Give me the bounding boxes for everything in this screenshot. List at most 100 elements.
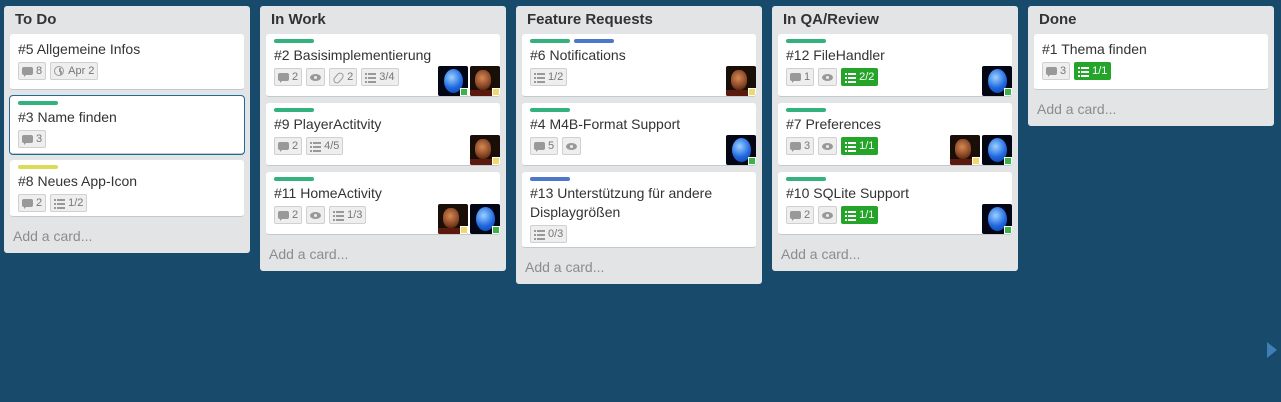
comments-badge: 2 [274, 206, 303, 224]
status-dot [460, 226, 468, 234]
label-green [18, 101, 58, 105]
comments-badge: 1 [786, 68, 815, 86]
checklist-icon [1078, 65, 1090, 77]
card-labels [274, 108, 492, 112]
watch-badge [306, 206, 326, 224]
add-card-link[interactable]: Add a card... [10, 223, 244, 247]
comment-icon [790, 72, 801, 83]
list-feature-requests: Feature Requests #6 Notifications 1/2 #4… [516, 6, 762, 284]
card[interactable]: #8 Neues App-Icon 2 1/2 [10, 160, 244, 217]
card[interactable]: #5 Allgemeine Infos 8 Apr 2 [10, 34, 244, 90]
comment-icon [22, 66, 33, 77]
badge-text: 3 [36, 133, 43, 145]
badge-text: 0/3 [548, 228, 564, 240]
card-title: #10 SQLite Support [786, 185, 909, 201]
list-in-qa-review: In QA/Review #12 FileHandler 1 2/2 #7 Pr… [772, 6, 1018, 271]
card-title: #11 HomeActivity [274, 185, 382, 201]
status-dot [492, 88, 500, 96]
add-card-link[interactable]: Add a card... [522, 254, 756, 278]
comments-badge: 3 [786, 137, 815, 155]
label-green [274, 39, 314, 43]
comment-icon [790, 141, 801, 152]
card[interactable]: #2 Basisimplementierung 2 2 3/4 [266, 34, 500, 97]
card-labels [274, 39, 492, 43]
card[interactable]: #11 HomeActivity 2 1/3 [266, 172, 500, 235]
checklist-badge: 1/3 [329, 206, 367, 224]
list-title[interactable]: Feature Requests [522, 6, 756, 34]
comments-badge: 8 [18, 62, 47, 80]
card-title: #3 Name finden [18, 109, 117, 125]
card-title: #9 PlayerActitvity [274, 116, 382, 132]
card[interactable]: #6 Notifications 1/2 [522, 34, 756, 97]
checklist-icon [54, 197, 66, 209]
list-done: Done #1 Thema finden 3 1/1 Add a card... [1028, 6, 1274, 126]
list-in-work: In Work #2 Basisimplementierung 2 2 3/4 … [260, 6, 506, 271]
scroll-right-arrow-icon[interactable] [1267, 342, 1277, 358]
member-avatar[interactable] [982, 204, 1012, 234]
member-avatar[interactable] [470, 204, 500, 234]
member-avatar[interactable] [950, 135, 980, 165]
card-labels [786, 177, 1004, 181]
member-avatar[interactable] [438, 204, 468, 234]
card-title: #2 Basisimplementierung [274, 47, 432, 63]
status-dot [492, 226, 500, 234]
card[interactable]: #13 Unterstützung für andere Displaygröß… [522, 172, 756, 248]
card-members [726, 66, 756, 96]
card[interactable]: #4 M4B-Format Support 5 [522, 103, 756, 166]
badge-text: 1/1 [859, 140, 875, 152]
member-avatar[interactable] [470, 135, 500, 165]
badge-text: 1/2 [68, 197, 84, 209]
list-title[interactable]: In QA/Review [778, 6, 1012, 34]
comments-badge: 5 [530, 137, 559, 155]
member-avatar[interactable] [726, 66, 756, 96]
card[interactable]: #1 Thema finden 3 1/1 [1034, 34, 1268, 90]
label-blue [574, 39, 614, 43]
comment-icon [278, 72, 289, 83]
checklist-complete-badge: 1/1 [841, 206, 879, 224]
card-title: #12 FileHandler [786, 47, 885, 63]
eye-icon [310, 72, 322, 83]
card-members [438, 66, 500, 96]
label-green [786, 108, 826, 112]
card-badges: 2 4/5 [274, 137, 492, 155]
add-card-link[interactable]: Add a card... [1034, 96, 1268, 120]
card[interactable]: #3 Name finden 3 [9, 95, 245, 155]
comment-icon [1046, 66, 1057, 77]
card-members [982, 204, 1012, 234]
member-avatar[interactable] [982, 135, 1012, 165]
comment-icon [22, 198, 33, 209]
checklist-icon [333, 209, 345, 221]
add-card-link[interactable]: Add a card... [778, 241, 1012, 265]
badge-text: 3/4 [379, 71, 395, 83]
card-labels [18, 165, 236, 169]
badge-text: 1/2 [548, 71, 564, 83]
card[interactable]: #10 SQLite Support 2 1/1 [778, 172, 1012, 235]
card-members [470, 135, 500, 165]
checklist-badge: 3/4 [361, 68, 399, 86]
card-title: #6 Notifications [530, 47, 626, 63]
list-title[interactable]: To Do [10, 6, 244, 34]
member-avatar[interactable] [982, 66, 1012, 96]
list-title[interactable]: In Work [266, 6, 500, 34]
member-avatar[interactable] [438, 66, 468, 96]
checklist-icon [534, 71, 545, 83]
comment-icon [278, 210, 289, 221]
board: To Do #5 Allgemeine Infos 8 Apr 2 #3 Nam… [0, 0, 1281, 402]
label-green [274, 177, 314, 181]
status-dot [1004, 88, 1012, 96]
member-avatar[interactable] [470, 66, 500, 96]
card-title: #8 Neues App-Icon [18, 173, 138, 189]
badge-text: 3 [1060, 65, 1067, 77]
checklist-badge: 1/2 [530, 68, 568, 86]
card[interactable]: #12 FileHandler 1 2/2 [778, 34, 1012, 97]
badge-text: 2 [804, 209, 811, 221]
add-card-link[interactable]: Add a card... [266, 241, 500, 265]
checklist-icon [845, 71, 857, 83]
card[interactable]: #9 PlayerActitvity 2 4/5 [266, 103, 500, 166]
watch-badge [818, 68, 838, 86]
list-title[interactable]: Done [1034, 6, 1268, 34]
status-dot [1004, 157, 1012, 165]
badge-text: 1/3 [347, 209, 363, 221]
member-avatar[interactable] [726, 135, 756, 165]
card[interactable]: #7 Preferences 3 1/1 [778, 103, 1012, 166]
